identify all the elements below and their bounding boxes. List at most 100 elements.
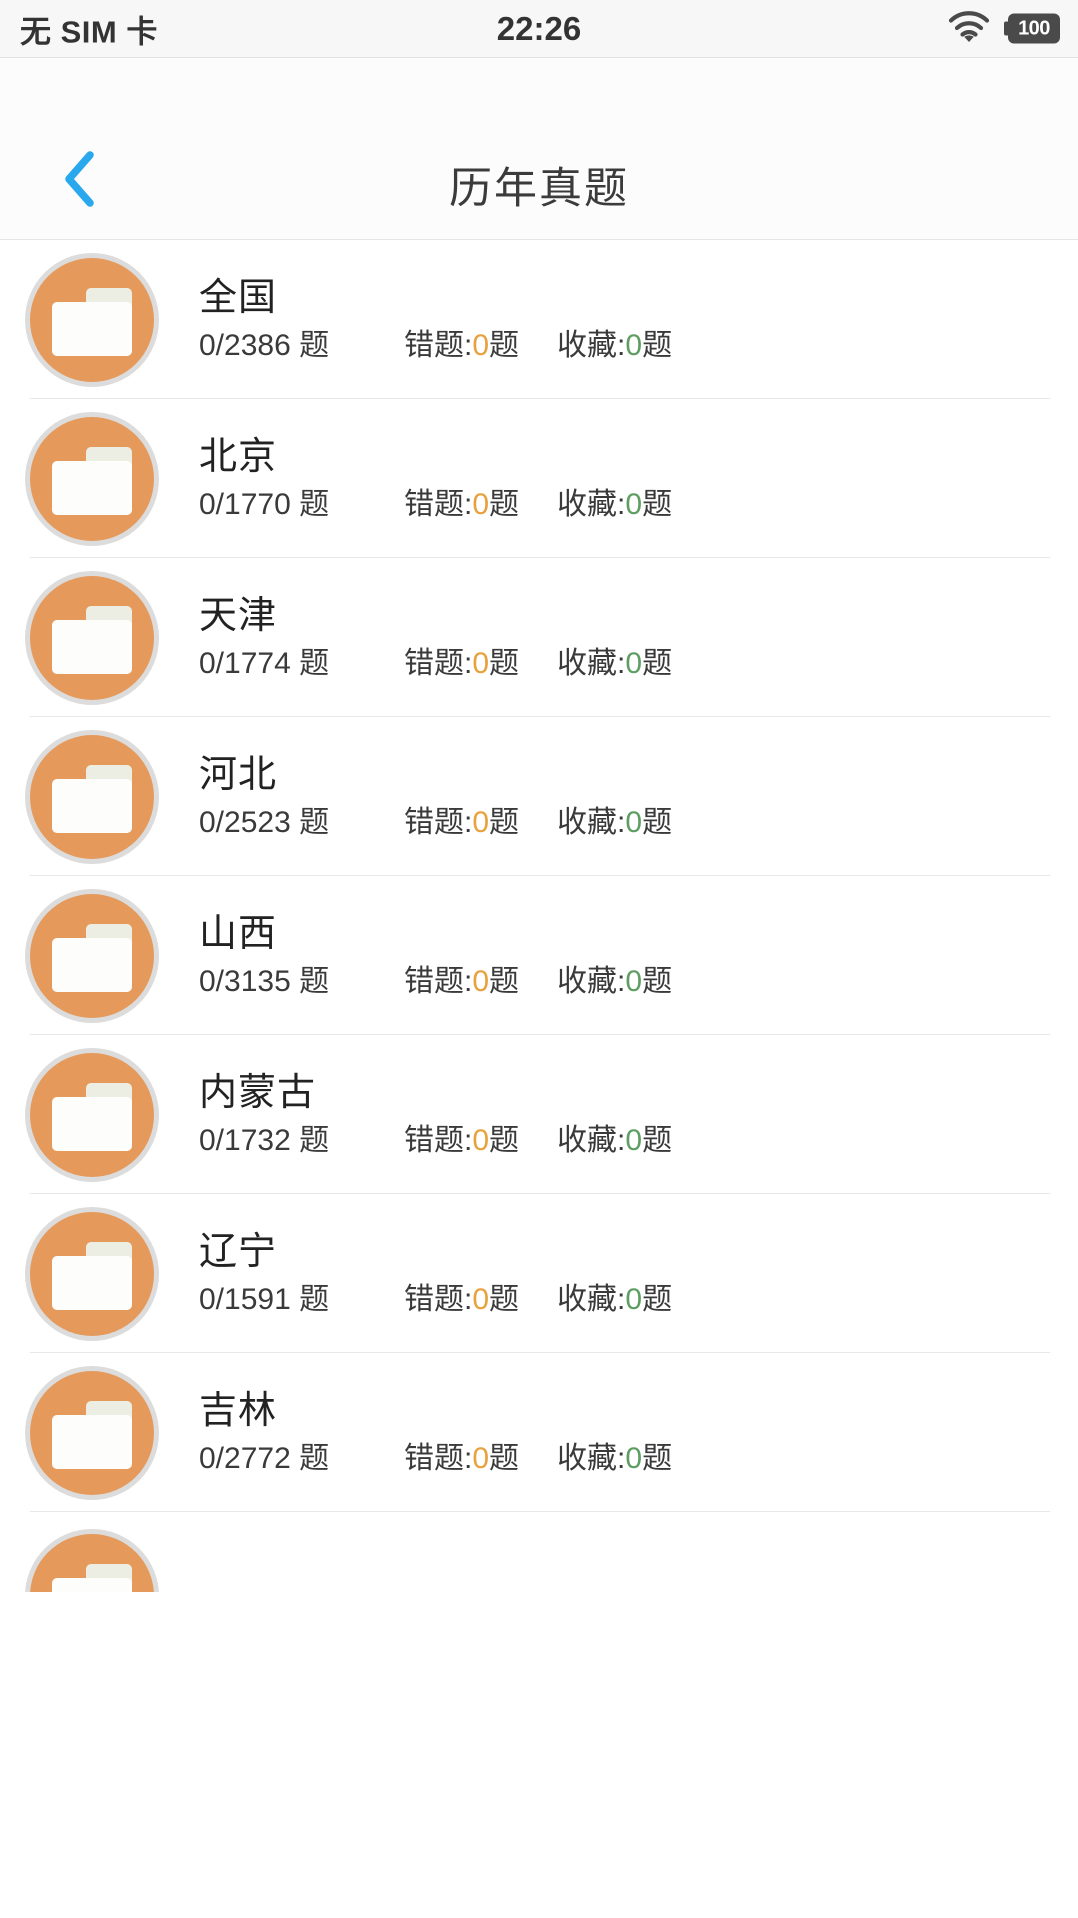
- list-item[interactable]: 河北 0/2523 题 错题:0题 收藏:0题: [0, 717, 1078, 876]
- stat-fav: 收藏:0题: [557, 1123, 673, 1157]
- list-item-stats: 0/2772 题 错题:0题 收藏:0题: [199, 1441, 673, 1475]
- list-item-text: 山西 0/3135 题 错题:0题 收藏:0题: [199, 915, 672, 997]
- list-item-text: 河北 0/2523 题 错题:0题 收藏:0题: [199, 756, 672, 838]
- stat-wrong-label: 错题:: [404, 646, 473, 680]
- folder-icon: [30, 416, 154, 541]
- folder-body: [52, 1414, 132, 1469]
- list-item-stats: 0/3135 题 错题:0题 收藏:0题: [199, 964, 673, 998]
- nav-bar: 历年真题: [0, 58, 1078, 240]
- stat-wrong: 错题:0题: [404, 964, 520, 998]
- stat-total: 0/3135 题: [199, 964, 330, 998]
- stat-total: 0/2523 题: [199, 805, 330, 839]
- stat-wrong-label: 错题:: [404, 328, 473, 362]
- stat-wrong-unit: 题: [489, 1441, 520, 1475]
- list-item[interactable]: 北京 0/1770 题 错题:0题 收藏:0题: [0, 399, 1078, 558]
- stat-fav: 收藏:0题: [557, 328, 673, 362]
- list-item-title: 辽宁: [199, 1230, 278, 1273]
- region-list[interactable]: 全国 0/2386 题 错题:0题 收藏:0题 北京 0/1770 题 错题:0…: [0, 240, 1078, 1917]
- stat-wrong: 错题:0题: [404, 805, 520, 839]
- list-item-title: 天津: [199, 594, 278, 637]
- list-item-text: 天津 0/1774 题 错题:0题 收藏:0题: [199, 597, 672, 679]
- list-item[interactable]: 吉林 0/2772 题 错题:0题 收藏:0题: [0, 1353, 1078, 1512]
- folder-icon: [30, 893, 154, 1018]
- stat-fav: 收藏:0题: [557, 646, 673, 680]
- stat-fav-label: 收藏:: [557, 328, 626, 362]
- stat-fav-unit: 题: [642, 487, 673, 521]
- list-item[interactable]: 辽宁 0/1591 题 错题:0题 收藏:0题: [0, 1194, 1078, 1353]
- stat-wrong-unit: 题: [489, 964, 520, 998]
- stat-wrong-label: 错题:: [404, 805, 473, 839]
- stat-fav-value: 0: [625, 487, 643, 521]
- list-item-title: 山西: [199, 912, 278, 955]
- stat-wrong-unit: 题: [489, 646, 520, 680]
- stat-wrong: 错题:0题: [404, 487, 520, 521]
- stat-wrong: 错题:0题: [404, 1284, 519, 1315]
- list-item-stats: 0/1774 题 错题:0题 收藏:0题: [199, 646, 673, 680]
- folder-body: [52, 1096, 132, 1151]
- list-item-stats: 0/2523 题 错题:0题 收藏:0题: [199, 805, 673, 839]
- back-button[interactable]: [46, 146, 116, 216]
- list-item-stats: 0/1591 题 错题:0题 收藏:0题: [199, 1282, 673, 1316]
- list-item-text: 内蒙古 0/1732 题 错题:0题 收藏:0题: [199, 1074, 672, 1156]
- list-item-stats: 0/1770 题 错题:0题 收藏:0题: [199, 487, 673, 521]
- list-item-title: 吉林: [199, 1389, 278, 1432]
- folder-body: [52, 460, 132, 515]
- list-item-stats: 0/1732 题 错题:0题 收藏:0题: [199, 1123, 673, 1157]
- stat-fav: 收藏:0题: [557, 1282, 673, 1316]
- list-item-partial[interactable]: [0, 1512, 1078, 1592]
- page-title: 历年真题: [449, 165, 629, 213]
- stat-wrong-value: 0: [472, 1441, 490, 1475]
- battery-level-label: 100: [1018, 17, 1050, 40]
- folder-icon: [30, 257, 154, 382]
- folder-body: [52, 1578, 132, 1592]
- stat-fav-label: 收藏:: [557, 1441, 626, 1475]
- status-bar: 无 SIM 卡 22:26 100: [0, 0, 1078, 58]
- stat-total: 0/1732 题: [199, 1123, 330, 1157]
- folder-body: [52, 778, 132, 833]
- stat-wrong: 错题:0题: [404, 328, 520, 362]
- stat-wrong-unit: 题: [489, 805, 520, 839]
- stat-fav-unit: 题: [642, 805, 673, 839]
- stat-wrong: 错题:0题: [404, 1441, 520, 1475]
- stat-fav-unit: 题: [642, 328, 673, 362]
- stat-total: 0/2772 题: [199, 1441, 330, 1475]
- stat-fav-value: 0: [625, 1282, 643, 1316]
- stat-wrong-value: 0: [472, 646, 490, 680]
- stat-fav: 收藏:0题: [557, 487, 673, 521]
- list-item[interactable]: 天津 0/1774 题 错题:0题 收藏:0题: [0, 558, 1078, 717]
- stat-total: 0/2386 题: [199, 328, 330, 362]
- list-item[interactable]: 山西 0/3135 题 错题:0题 收藏:0题: [0, 876, 1078, 1035]
- list-item-title: 河北: [199, 753, 278, 796]
- stat-fav-value: 0: [625, 805, 643, 839]
- stat-wrong-label: 错题:: [404, 964, 473, 998]
- stat-fav-unit: 题: [642, 1282, 673, 1316]
- stat-wrong-value: 0: [472, 328, 490, 362]
- battery-body: 100: [1008, 13, 1060, 44]
- folder-icon: [30, 1052, 154, 1177]
- stat-wrong-label: 错题:: [404, 1441, 473, 1475]
- stat-total: 0/1591 题: [199, 1282, 330, 1316]
- folder-icon: [30, 575, 154, 700]
- stat-fav-label: 收藏:: [557, 646, 626, 680]
- list-item[interactable]: 全国 0/2386 题 错题:0题 收藏:0题: [0, 240, 1078, 399]
- stat-fav-value: 0: [625, 328, 643, 362]
- wifi-icon: [948, 10, 990, 47]
- folder-icon: [30, 1211, 154, 1336]
- stat-fav-unit: 题: [642, 964, 673, 998]
- list-item[interactable]: 内蒙古 0/1732 题 错题:0题 收藏:0题: [0, 1035, 1078, 1194]
- stat-wrong-unit: 题: [489, 1123, 520, 1157]
- stat-fav-unit: 题: [642, 646, 673, 680]
- stat-fav: 收藏:0题: [557, 805, 673, 839]
- stat-fav-label: 收藏:: [557, 1123, 626, 1157]
- folder-icon: [30, 734, 154, 859]
- stat-wrong-label: 错题:: [404, 487, 473, 521]
- stat-fav-unit: 题: [642, 1123, 673, 1157]
- stat-wrong-unit: 题: [489, 328, 520, 362]
- stat-wrong-label: 错题:: [404, 1123, 473, 1157]
- folder-body: [52, 1255, 132, 1310]
- stat-fav-unit: 题: [642, 1441, 673, 1475]
- stat-wrong-unit: 题: [489, 487, 520, 521]
- stat-wrong-value: 0: [472, 1123, 490, 1157]
- battery-icon: 100: [1004, 13, 1060, 44]
- status-bar-clock: 22:26: [496, 9, 582, 47]
